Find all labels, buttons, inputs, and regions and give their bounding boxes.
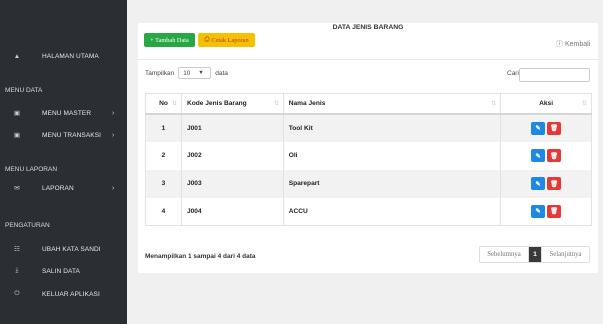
column-header-label: Nama Jenis [288, 99, 326, 107]
monitor-icon: ▣ [13, 110, 21, 117]
cell-aksi: ✎ 🗑 [500, 197, 592, 226]
cell-no: 3 [145, 169, 182, 198]
cell-nama: Sparepart [282, 169, 502, 198]
column-header-kode[interactable]: Kode Jenis Barang ⇅ [180, 93, 284, 115]
sidebar-item-menu-transaksi[interactable]: ▣ MENU TRANSAKSI › [0, 124, 127, 146]
sidebar-item-label: MENU TRANSAKSI [42, 131, 102, 139]
sort-icon: ⇅ [491, 100, 497, 107]
sidebar-item-keluar-aplikasi[interactable]: ⏻ KELUAR APLIKASI [0, 283, 127, 305]
sort-icon: ⇅ [171, 100, 177, 107]
column-header-nama[interactable]: Nama Jenis ⇅ [282, 93, 502, 115]
add-data-button[interactable]: + Tambah Data [144, 33, 195, 47]
column-header-label: Kode Jenis Barang [186, 99, 247, 107]
pagination-current-page[interactable]: 1 [529, 247, 541, 262]
edit-icon[interactable]: ✎ [531, 149, 546, 162]
table-header-row: No ⇅ Kode Jenis Barang ⇅ Nama Jenis ⇅ Aksi ⇅ [145, 93, 592, 115]
data-table: No ⇅ Kode Jenis Barang ⇅ Nama Jenis ⇅ Aksi ⇅… [145, 93, 592, 226]
key-icon: ☷ [14, 246, 20, 253]
cell-kode: J001 [180, 113, 284, 142]
chevron-right-icon: › [112, 131, 115, 139]
page-length-control: Tampilkan 10 ▼ data [145, 67, 228, 79]
sidebar: ▲ HALAMAN UTAMA MENU DATA ▣ MENU MASTER … [0, 0, 127, 324]
print-report-button[interactable]: ⎙ Cetak Laporan [198, 33, 255, 47]
power-icon: ⏻ [14, 290, 20, 297]
sidebar-item-label: HALAMAN UTAMA [42, 52, 99, 60]
mail-icon: ✉ [14, 185, 20, 192]
cell-kode: J002 [180, 141, 284, 170]
table-row: 2 J002 Oli ✎ 🗑 [145, 141, 592, 170]
table-info: Menampilkan 1 sampai 4 dari 4 data [145, 253, 256, 260]
sidebar-item-ubah-kata-sandi[interactable]: ☷ UBAH KATA SANDI [0, 238, 127, 260]
cell-nama: Oli [282, 141, 502, 170]
cell-nama: ACCU [282, 197, 502, 226]
sidebar-item-label: UBAH KATA SANDI [42, 245, 101, 253]
sidebar-item-label: LAPORAN [42, 184, 74, 192]
table-row: 4 J004 ACCU ✎ 🗑 [145, 197, 592, 226]
trash-icon[interactable]: 🗑 [547, 149, 562, 162]
column-header-label: No [159, 99, 168, 107]
section-menu-data: MENU DATA [5, 87, 43, 94]
edit-icon[interactable]: ✎ [531, 204, 546, 218]
trash-icon[interactable]: 🗑 [547, 121, 562, 135]
section-pengaturan: PENGATURAN [5, 222, 50, 229]
sidebar-item-salin-data[interactable]: ⤓ SALIN DATA [0, 260, 127, 282]
content-panel: DATA JENIS BARANG + Tambah Data ⎙ Cetak … [138, 23, 598, 273]
divider [138, 59, 598, 60]
sidebar-item-label: KELUAR APLIKASI [42, 290, 100, 298]
table-row: 3 J003 Sparepart ✎ 🗑 [145, 169, 592, 198]
back-link-label: Kembali [564, 41, 591, 48]
trash-icon[interactable]: 🗑 [547, 177, 562, 190]
sort-icon: ⇅ [273, 100, 279, 107]
cell-aksi: ✎ 🗑 [500, 169, 592, 198]
monitor-icon: ▣ [13, 132, 21, 139]
trash-icon[interactable]: 🗑 [547, 204, 562, 218]
sidebar-item-label: SALIN DATA [42, 267, 80, 275]
chevron-right-icon: › [112, 184, 115, 192]
edit-icon[interactable]: ✎ [531, 121, 546, 135]
sidebar-item-label: MENU MASTER [42, 109, 92, 117]
sidebar-item-menu-master[interactable]: ▣ MENU MASTER › [0, 102, 127, 124]
cell-no: 2 [145, 141, 182, 170]
print-report-label: Cetak Laporan [211, 36, 249, 44]
cell-kode: J004 [180, 197, 284, 226]
cell-no: 4 [145, 197, 182, 226]
cell-aksi: ✎ 🗑 [500, 113, 592, 142]
chevron-down-icon: ▼ [198, 70, 204, 76]
pagination: Sebelumnya 1 Selanjutnya [479, 246, 590, 263]
cell-no: 1 [145, 113, 182, 142]
search-input[interactable] [519, 68, 590, 82]
page-length-select[interactable]: 10 ▼ [178, 67, 212, 79]
home-icon: ▲ [13, 52, 21, 60]
back-link[interactable]: ⓘ Kembali [556, 39, 590, 49]
sidebar-item-laporan[interactable]: ✉ LAPORAN › [0, 177, 127, 199]
page-length-value: 10 [183, 69, 191, 77]
download-icon: ⤓ [15, 267, 19, 274]
show-label: Tampilkan [145, 69, 175, 77]
cell-nama: Tool Kit [282, 113, 502, 142]
section-menu-laporan: MENU LAPORAN [5, 166, 58, 173]
cell-aksi: ✎ 🗑 [500, 141, 592, 170]
back-icon: ⓘ [556, 41, 563, 48]
pagination-next-button[interactable]: Selanjutnya [541, 247, 589, 262]
page-title: DATA JENIS BARANG [332, 24, 404, 31]
table-row: 1 J001 Tool Kit ✎ 🗑 [145, 113, 592, 142]
sidebar-item-home[interactable]: ▲ HALAMAN UTAMA [0, 45, 127, 67]
printer-icon: ⎙ [204, 36, 210, 43]
edit-icon[interactable]: ✎ [531, 177, 546, 190]
show-suffix: data [215, 69, 228, 77]
column-header-label: Aksi [539, 99, 554, 107]
column-header-no[interactable]: No ⇅ [145, 93, 182, 115]
pagination-prev-button[interactable]: Sebelumnya [480, 247, 529, 262]
chevron-right-icon: › [112, 109, 115, 117]
cell-kode: J003 [180, 169, 284, 198]
sort-icon: ⇅ [581, 100, 587, 107]
column-header-aksi[interactable]: Aksi ⇅ [500, 93, 592, 115]
